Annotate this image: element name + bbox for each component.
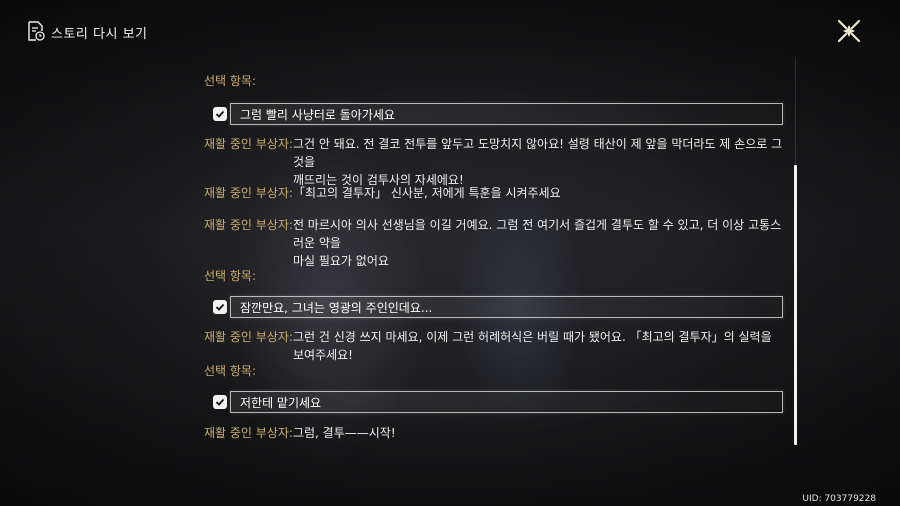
checkbox-checked [213,107,227,121]
dialogue-text: 그건 안 돼요. 전 결코 전투를 앞두고 도망치지 않아요! 설령 태산이 제… [293,135,784,189]
choice-text: 저한테 맡기세요 [240,396,322,410]
checkmark-icon [215,110,225,118]
dialogue-text-line: 전 마르시아 의사 선생님을 이길 거예요. 그럼 전 여기서 즐겁게 결투도 … [292,218,782,250]
checkbox-checked [213,395,227,409]
dialogue-text: 「최고의 결투자」 신사분, 저에게 특훈을 시켜주세요 [292,186,561,200]
choice-text: 잠깐만요, 그녀는 영광의 주인인데요... [240,301,433,315]
checkbox-checked [213,300,227,314]
choice-option-2[interactable]: 잠깐만요, 그녀는 영광의 주인인데요... [213,296,783,318]
speaker-name: 재활 중인 부상자: [204,218,293,232]
dialogue-text-line: 그건 안 돼요. 전 결코 전투를 앞두고 도망치지 않아요! 설령 태산이 제… [292,137,783,169]
dialogue-line: 재활 중인 부상자: 그런 건 신경 쓰지 마세요, 이제 그런 허례허식은 버… [204,328,784,364]
dialogue-text-line: 마실 필요가 없어요 [292,254,389,268]
choice-option-3[interactable]: 저한테 맡기세요 [213,391,783,413]
choice-label: 선택 항목: [204,364,257,378]
user-id-label: UID: 703779228 [802,494,876,504]
speaker-name: 재활 중인 부상자: [204,426,293,440]
dialogue-line: 재활 중인 부상자: 그건 안 돼요. 전 결코 전투를 앞두고 도망치지 않아… [204,135,784,189]
checkmark-icon [215,303,225,311]
speaker-name: 재활 중인 부상자: [204,330,293,344]
choice-label: 선택 항목: [204,269,257,283]
speaker-name: 재활 중인 부상자: [204,137,293,151]
choice-text: 그럼 빨리 사냥터로 돌아가세요 [240,108,395,122]
dialogue-text: 그런 건 신경 쓰지 마세요, 이제 그런 허례허식은 버릴 때가 됐어요. 「… [292,330,772,362]
scrollbar-thumb[interactable] [794,165,797,445]
checkmark-icon [215,398,225,406]
dialogue-line: 재활 중인 부상자: 전 마르시아 의사 선생님을 이길 거예요. 그럼 전 여… [204,216,784,270]
dialogue-text: 그럼, 결투——시작! [292,426,396,440]
story-log: 선택 항목: 그럼 빨리 사냥터로 돌아가세요 재활 중인 부상자: 그건 안 … [0,0,900,506]
choice-label: 선택 항목: [204,74,257,88]
dialogue-text: 전 마르시아 의사 선생님을 이길 거예요. 그럼 전 여기서 즐겁게 결투도 … [293,216,784,270]
choice-option-1[interactable]: 그럼 빨리 사냥터로 돌아가세요 [213,103,783,125]
dialogue-line: 재활 중인 부상자: 그럼, 결투——시작! [204,424,784,442]
dialogue-line: 재활 중인 부상자: 「최고의 결투자」 신사분, 저에게 특훈을 시켜주세요 [204,184,784,202]
speaker-name: 재활 중인 부상자: [204,186,293,200]
